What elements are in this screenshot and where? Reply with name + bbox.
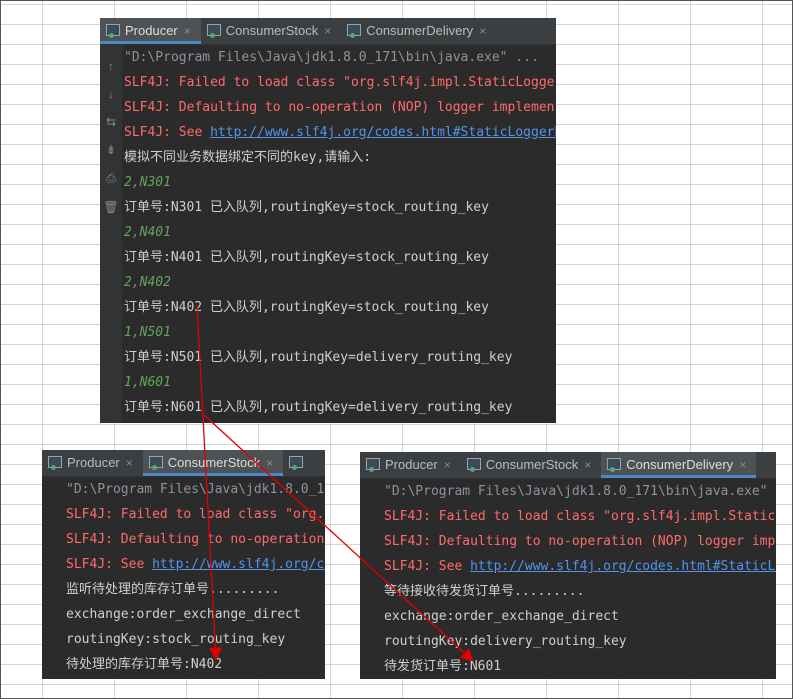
annotation-arrows bbox=[196, 305, 474, 662]
arrow-n402-to-stock bbox=[196, 305, 222, 661]
arrow-n601-to-delivery bbox=[203, 414, 474, 662]
